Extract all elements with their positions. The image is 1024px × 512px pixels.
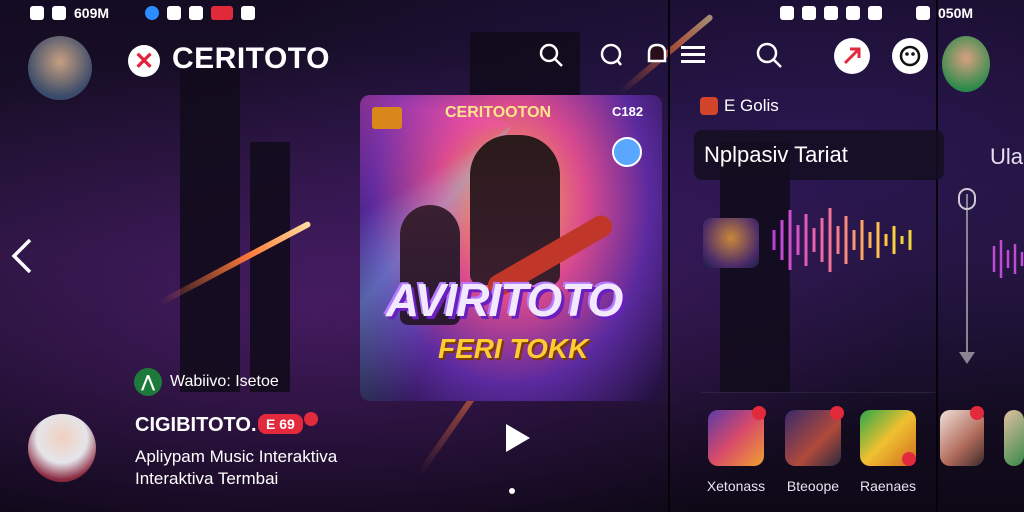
- notification-icon: [30, 6, 44, 20]
- panel-label: Ulau: [990, 144, 1024, 169]
- status-badge: E 69: [258, 414, 303, 434]
- badge-icon: [902, 452, 916, 466]
- search-icon: [756, 42, 782, 68]
- album-corner-label: C182: [612, 104, 644, 119]
- check-icon: ⋀: [134, 368, 162, 396]
- now-playing-title: CIGIBITOTO.: [135, 414, 257, 436]
- audio-waveform: [772, 208, 912, 272]
- tag-label: Wabiivo: Isetoe: [170, 373, 279, 390]
- battery-icon: [846, 6, 860, 20]
- badge-dot-icon: [304, 412, 318, 426]
- bell-icon: [647, 43, 667, 63]
- app-label: Bteoope: [786, 478, 840, 494]
- status-bar-secondary: 050M: [780, 0, 973, 26]
- chat-button[interactable]: [597, 40, 627, 70]
- chat-icon: [600, 43, 622, 66]
- badge-icon: [970, 406, 984, 420]
- search-button[interactable]: [536, 40, 566, 70]
- wifi-icon: [802, 6, 816, 20]
- sync-icon: [167, 6, 182, 20]
- volume-slider[interactable]: [966, 194, 968, 360]
- track-thumbnail[interactable]: [703, 218, 759, 268]
- app-icon: [52, 6, 66, 20]
- slider-handle[interactable]: [958, 188, 976, 210]
- panel-divider: [668, 0, 670, 512]
- audio-waveform: [992, 240, 1024, 278]
- location-icon: [145, 6, 160, 20]
- bluetooth-icon: [780, 6, 794, 20]
- wifi-icon: [241, 6, 256, 20]
- section-label: E Golis: [724, 96, 779, 115]
- section-header[interactable]: E Golis: [700, 96, 779, 116]
- building: [180, 62, 240, 392]
- battery-icon: [211, 6, 234, 20]
- menu-button[interactable]: [678, 40, 708, 70]
- signal-icon: [189, 6, 204, 20]
- share-button[interactable]: [834, 38, 870, 74]
- status-bar: 609M: [30, 0, 256, 26]
- album-subtitle: FERI TOKK: [438, 333, 589, 364]
- brand-logo-icon[interactable]: ✕: [128, 45, 160, 77]
- album-logo-icon: [372, 107, 402, 129]
- menu-icon: [681, 46, 705, 63]
- brand-title: CERITOTO: [172, 42, 330, 75]
- badge-icon: [830, 406, 844, 420]
- app-label: Raenaes: [859, 478, 917, 494]
- face-button[interactable]: [892, 38, 928, 74]
- profile-avatar-secondary[interactable]: [942, 36, 990, 92]
- verified-tag[interactable]: ⋀ Wabiivo: Isetoe: [134, 368, 279, 396]
- album-art[interactable]: CERITOOTON C182 AVIRITOTO FERI TOKK: [360, 95, 662, 401]
- play-icon[interactable]: [506, 424, 530, 452]
- app-label: Xetonass: [706, 478, 766, 494]
- data-icon: [868, 6, 882, 20]
- now-playing-description: Apliypam Music Interaktiva Interaktiva T…: [135, 447, 338, 488]
- status-time: 050M: [938, 5, 974, 21]
- search-input[interactable]: Nplpasiv Tariat: [694, 130, 944, 180]
- status-time: 609M: [74, 5, 110, 21]
- back-chevron-icon[interactable]: [8, 238, 38, 274]
- face-icon: [899, 45, 921, 67]
- search-icon: [539, 43, 563, 67]
- album-badge-icon[interactable]: [612, 137, 642, 167]
- chevron-down-icon[interactable]: [959, 352, 975, 364]
- profile-avatar[interactable]: [28, 36, 92, 100]
- building: [250, 142, 290, 392]
- page-indicator[interactable]: [509, 488, 515, 494]
- panel-divider: [936, 0, 938, 512]
- badge-icon: [752, 406, 766, 420]
- album-top-label: CERITOOTON: [445, 104, 552, 121]
- album-title: AVIRITOTO: [386, 274, 623, 326]
- share-icon: [843, 47, 861, 65]
- section-icon: [700, 97, 718, 115]
- app-tile[interactable]: [1004, 410, 1024, 466]
- clock-icon: [916, 6, 930, 20]
- search-button[interactable]: [754, 40, 784, 70]
- signal-icon: [824, 6, 838, 20]
- divider-line: [700, 392, 935, 393]
- now-playing-avatar[interactable]: [28, 414, 96, 482]
- notification-button[interactable]: [642, 40, 672, 70]
